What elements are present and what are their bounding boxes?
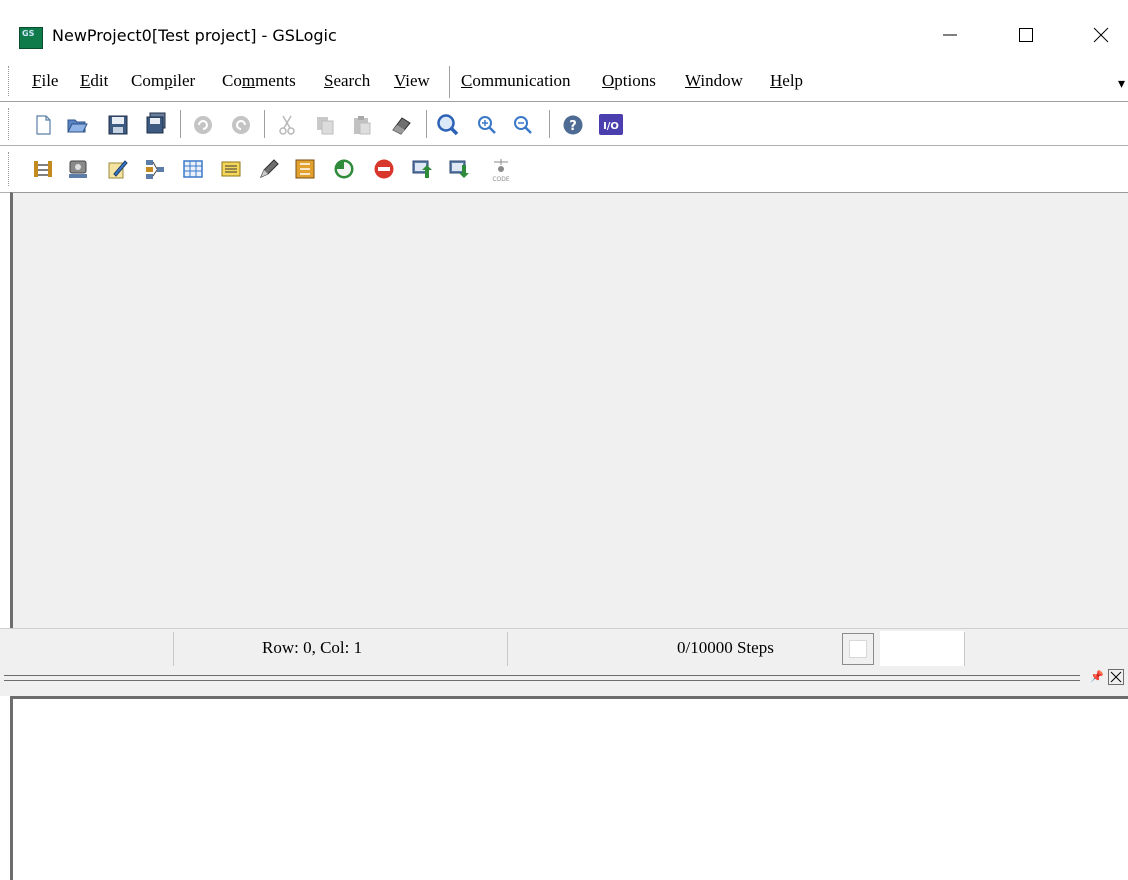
toolbar-separator — [549, 110, 550, 138]
svg-text:CODE: CODE — [492, 176, 510, 183]
program-icon[interactable] — [294, 158, 316, 180]
save-all-icon[interactable] — [145, 112, 167, 134]
status-field — [880, 631, 964, 666]
edit-icon[interactable] — [106, 158, 128, 180]
maximize-button[interactable] — [1003, 14, 1049, 54]
output-panel[interactable] — [10, 696, 1128, 880]
menu-communication[interactable]: Communication — [461, 71, 571, 91]
network-icon[interactable] — [144, 158, 166, 180]
save-icon[interactable] — [107, 114, 129, 136]
ladder-toolbar — [0, 146, 1128, 193]
dock-close-button[interactable] — [1108, 669, 1124, 685]
menu-view[interactable]: View — [394, 71, 430, 91]
window-title: NewProject0[Test project] - GSLogic — [52, 26, 337, 45]
undo-icon[interactable] — [192, 114, 214, 136]
memory-icon[interactable] — [220, 158, 242, 180]
table-icon[interactable] — [182, 158, 204, 180]
status-divider — [507, 632, 508, 666]
menu-file[interactable]: File — [32, 71, 58, 91]
minimize-button[interactable] — [927, 14, 973, 54]
toolbar-separator — [426, 110, 427, 138]
code-icon[interactable]: CODE — [488, 157, 514, 183]
help-icon[interactable]: ? — [562, 114, 584, 136]
menu-comments[interactable]: Comments — [222, 71, 296, 91]
menu-overflow-icon[interactable]: ▾ — [1118, 76, 1125, 93]
toolbar-grip[interactable] — [8, 108, 12, 140]
menu-help[interactable]: Help — [770, 71, 803, 91]
eraser-icon[interactable] — [390, 114, 412, 136]
toolbar-separator — [264, 110, 265, 138]
io-icon[interactable]: I/O — [598, 113, 624, 137]
minimize-icon — [943, 34, 957, 36]
new-file-icon[interactable] — [32, 114, 54, 136]
search-icon[interactable] — [436, 113, 459, 136]
menu-separator — [449, 66, 450, 98]
title-bar: NewProject0[Test project] - GSLogic — [0, 0, 1128, 62]
cursor-position: Row: 0, Col: 1 — [262, 638, 363, 657]
output-dock-bar[interactable] — [0, 666, 1128, 696]
menu-compiler[interactable]: Compiler — [131, 71, 195, 91]
download-icon[interactable] — [448, 158, 470, 180]
status-divider — [173, 632, 174, 666]
toolbar-grip[interactable] — [8, 152, 12, 186]
svg-text:I/O: I/O — [603, 121, 619, 132]
status-divider — [964, 632, 965, 666]
copy-icon[interactable] — [314, 114, 336, 136]
upload-icon[interactable] — [411, 158, 433, 180]
run-icon[interactable] — [333, 158, 355, 180]
status-indicator — [842, 633, 874, 665]
pen-icon[interactable] — [258, 158, 280, 180]
editor-workspace[interactable] — [10, 192, 1128, 628]
paste-icon[interactable] — [351, 114, 373, 136]
menu-search[interactable]: Search — [324, 71, 370, 91]
redo-icon[interactable] — [230, 114, 252, 136]
gslogic-app-icon — [19, 27, 43, 49]
menu-options[interactable]: Options — [602, 71, 656, 91]
zoom-in-icon[interactable] — [476, 114, 498, 136]
zoom-out-icon[interactable] — [512, 114, 534, 136]
device-icon[interactable] — [67, 158, 89, 180]
menu-edit[interactable]: Edit — [80, 71, 108, 91]
stop-icon[interactable] — [373, 158, 395, 180]
ladder-icon[interactable] — [32, 158, 54, 180]
cut-icon[interactable] — [276, 114, 298, 136]
toolbar-separator — [180, 110, 181, 138]
close-button[interactable] — [1078, 14, 1124, 54]
open-folder-icon[interactable] — [66, 114, 88, 136]
close-icon — [1108, 669, 1124, 685]
menu-window[interactable]: Window — [685, 71, 743, 91]
close-icon — [1093, 27, 1109, 43]
maximize-icon — [1019, 28, 1033, 42]
dock-grip[interactable] — [4, 675, 1080, 681]
svg-text:?: ? — [569, 119, 577, 134]
pin-icon[interactable]: 📌 — [1090, 670, 1104, 683]
steps-counter: 0/10000 Steps — [677, 638, 774, 657]
menu-grip[interactable] — [8, 66, 12, 96]
